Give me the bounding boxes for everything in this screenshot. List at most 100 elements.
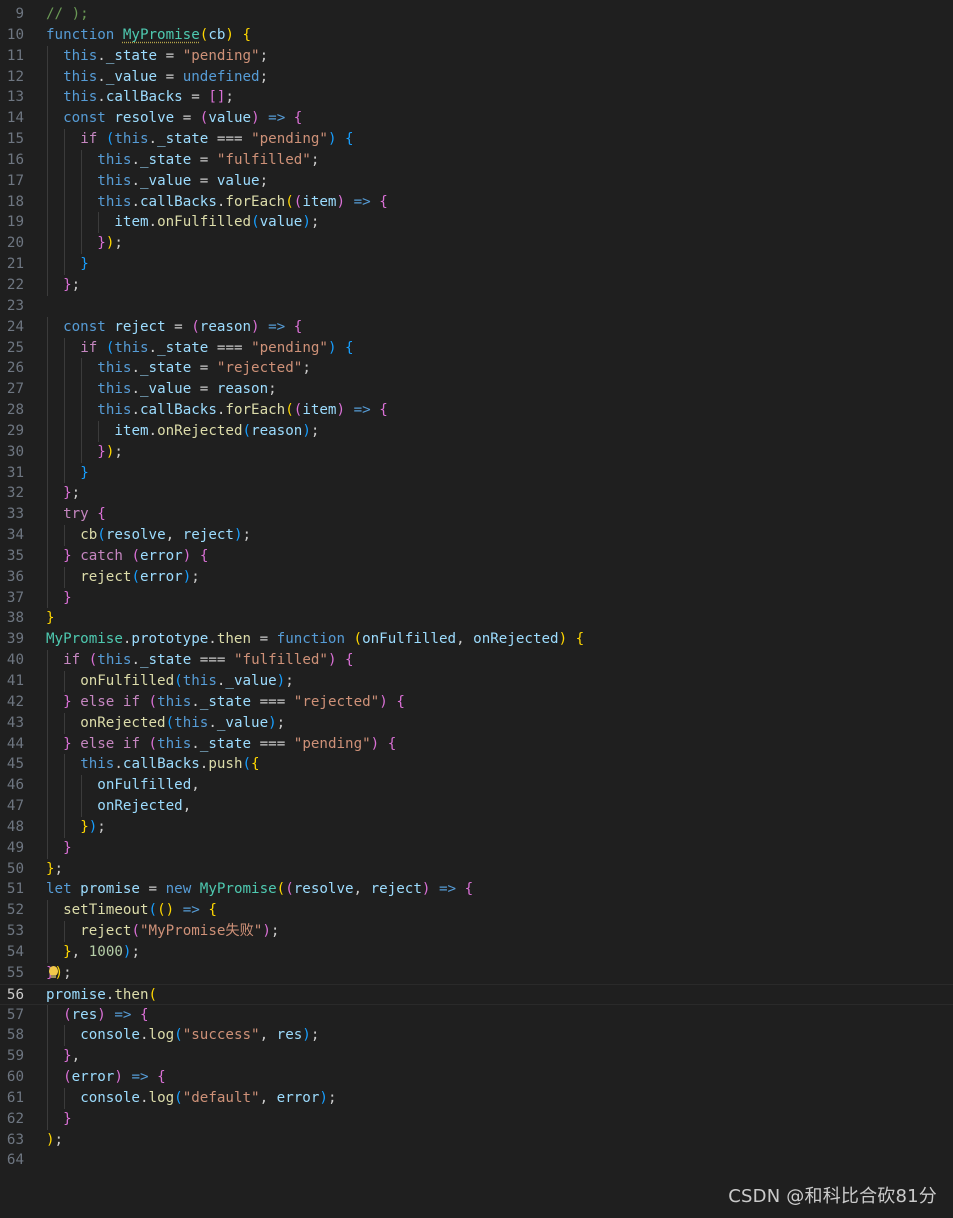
code-line[interactable]: 26 this._state = "rejected";	[0, 358, 953, 380]
line-text: onFulfilled(this._value);	[80, 673, 294, 689]
line-text: });	[97, 235, 123, 252]
line-text: this._state = "fulfilled";	[97, 151, 320, 168]
code-line[interactable]: 43 onRejected(this._value);	[0, 712, 953, 734]
line-number: 11	[6, 47, 24, 64]
code-line[interactable]: 44 } else if (this._state === "pending")…	[0, 733, 953, 755]
code-line[interactable]: 14 const resolve = (value) => {	[0, 108, 953, 130]
code-line[interactable]: 46 onFulfilled,	[0, 775, 953, 797]
code-line[interactable]: 61 console.log("default", error);	[0, 1087, 953, 1109]
code-line[interactable]: 27 this._value = reason;	[0, 379, 953, 401]
line-number: 22	[6, 276, 24, 293]
code-line[interactable]: 13 this.callBacks = [];	[0, 87, 953, 109]
code-line[interactable]: 36 reject(error);	[0, 566, 953, 588]
code-line[interactable]: 37 }	[0, 587, 953, 609]
code-line[interactable]: 50};	[0, 859, 953, 880]
line-text: this._value = reason;	[97, 381, 277, 398]
code-line[interactable]: 35 } catch (error) {	[0, 545, 953, 567]
line-number: 46	[6, 777, 24, 794]
line-text: if (this._state === "pending") {	[80, 131, 354, 148]
line-text: reject(error);	[80, 568, 200, 585]
code-line[interactable]: 25 if (this._state === "pending") {	[0, 337, 953, 359]
code-line[interactable]: 59 },	[0, 1046, 953, 1068]
code-line[interactable]: 58 console.log("success", res);	[0, 1025, 953, 1047]
code-line[interactable]: 52 setTimeout(() => {	[0, 900, 953, 922]
code-line[interactable]: 11 this._state = "pending";	[0, 45, 953, 67]
line-number: 38	[6, 610, 24, 627]
code-line[interactable]: 31 }	[0, 462, 953, 484]
line-number: 52	[6, 902, 24, 919]
code-line[interactable]: 32 };	[0, 483, 953, 505]
code-line[interactable]: 63);	[0, 1130, 953, 1151]
code-line[interactable]: 45 this.callBacks.push({	[0, 754, 953, 776]
code-line[interactable]: 18 this.callBacks.forEach((item) => {	[0, 191, 953, 213]
line-text: item.onRejected(reason);	[114, 422, 320, 439]
line-text: promise.then(	[46, 986, 158, 1003]
code-line[interactable]: 55});	[0, 963, 953, 984]
code-line[interactable]: 60 (error) => {	[0, 1067, 953, 1088]
code-line[interactable]: 47 onRejected,	[0, 796, 953, 817]
line-number: 54	[6, 943, 24, 960]
line-number: 34	[6, 527, 24, 544]
line-text: MyPromise.prototype.then = function (onF…	[46, 631, 585, 648]
code-line[interactable]: 38}	[0, 608, 953, 629]
line-number: 20	[6, 235, 24, 252]
line-number: 55	[6, 964, 24, 981]
line-text: });	[80, 818, 106, 835]
code-line[interactable]: 20 });	[0, 233, 953, 255]
code-line[interactable]: 42 } else if (this._state === "rejected"…	[0, 691, 953, 713]
code-line[interactable]: 41 onFulfilled(this._value);	[0, 671, 953, 692]
code-line[interactable]: 10 function MyPromise(cb) {	[0, 25, 953, 46]
line-number: 39	[6, 631, 24, 648]
code-line[interactable]: 56 promise.then(	[0, 983, 953, 1005]
code-line[interactable]: 29 item.onRejected(reason);	[0, 420, 953, 442]
line-text: function MyPromise(cb) {	[46, 26, 252, 43]
line-text: console.log("success", res);	[80, 1027, 320, 1044]
code-line[interactable]: 49 }	[0, 837, 953, 859]
line-number: 56	[6, 986, 24, 1003]
line-text: this.callBacks = [];	[63, 89, 234, 106]
code-line[interactable]: 62 }	[0, 1108, 953, 1130]
line-number: 49	[6, 839, 24, 856]
line-text: (error) => {	[63, 1069, 166, 1086]
code-line[interactable]: 22 };	[0, 274, 953, 296]
code-line[interactable]: 54 }, 1000);	[0, 941, 953, 963]
code-line[interactable]: 24 const reject = (reason) => {	[0, 316, 953, 338]
code-line[interactable]: 9 // );	[0, 4, 953, 25]
line-number: 13	[6, 89, 24, 106]
line-number: 45	[6, 756, 24, 773]
code-line[interactable]: 64	[0, 1150, 953, 1171]
line-number: 51	[6, 881, 24, 898]
code-editor[interactable]: 9 // ); 10 function MyPromise(cb) {11 this.…	[0, 0, 953, 1218]
code-line[interactable]: 17 this._value = value;	[0, 170, 953, 192]
code-line[interactable]: 23	[0, 296, 953, 317]
line-text: },	[63, 1048, 81, 1065]
code-line[interactable]: 53 reject("MyPromise失败");	[0, 921, 953, 942]
code-line[interactable]: 15 if (this._state === "pending") {	[0, 129, 953, 150]
code-line[interactable]: 51 let promise = new MyPromise((resolve, …	[0, 879, 953, 900]
code-line[interactable]: 28 this.callBacks.forEach((item) => {	[0, 400, 953, 421]
line-number: 53	[6, 923, 24, 940]
code-lines[interactable]: 9 // ); 10 function MyPromise(cb) {11 this.…	[0, 4, 953, 1171]
code-line[interactable]: 21 }	[0, 254, 953, 275]
line-number: 30	[6, 443, 24, 460]
watermark: CSDN @和科比合砍81分	[728, 1186, 937, 1207]
code-line[interactable]: 48 });	[0, 816, 953, 838]
line-number: 17	[6, 172, 24, 189]
code-line[interactable]: 16 this._state = "fulfilled";	[0, 149, 953, 171]
code-line[interactable]: 30 });	[0, 441, 953, 463]
code-line[interactable]: 40 if (this._state === "fulfilled") {	[0, 650, 953, 671]
line-number: 40	[6, 652, 24, 669]
line-text: this._state = "pending";	[63, 47, 269, 64]
code-line[interactable]: 39 MyPromise.prototype.then = function (o…	[0, 629, 953, 650]
code-line[interactable]: 33 try {	[0, 504, 953, 526]
lightbulb-icon[interactable]	[49, 965, 58, 978]
line-text: if (this._state === "pending") {	[80, 339, 354, 356]
code-line[interactable]: 34 cb(resolve, reject);	[0, 525, 953, 546]
line-number: 9	[15, 6, 24, 22]
line-number: 23	[6, 297, 24, 314]
code-line[interactable]: 19 item.onFulfilled(value);	[0, 212, 953, 234]
line-number: 25	[6, 339, 24, 356]
code-line[interactable]: 12 this._value = undefined;	[0, 66, 953, 88]
line-text: if (this._state === "fulfilled") {	[63, 652, 354, 669]
code-line[interactable]: 57 (res) => {	[0, 1004, 953, 1026]
